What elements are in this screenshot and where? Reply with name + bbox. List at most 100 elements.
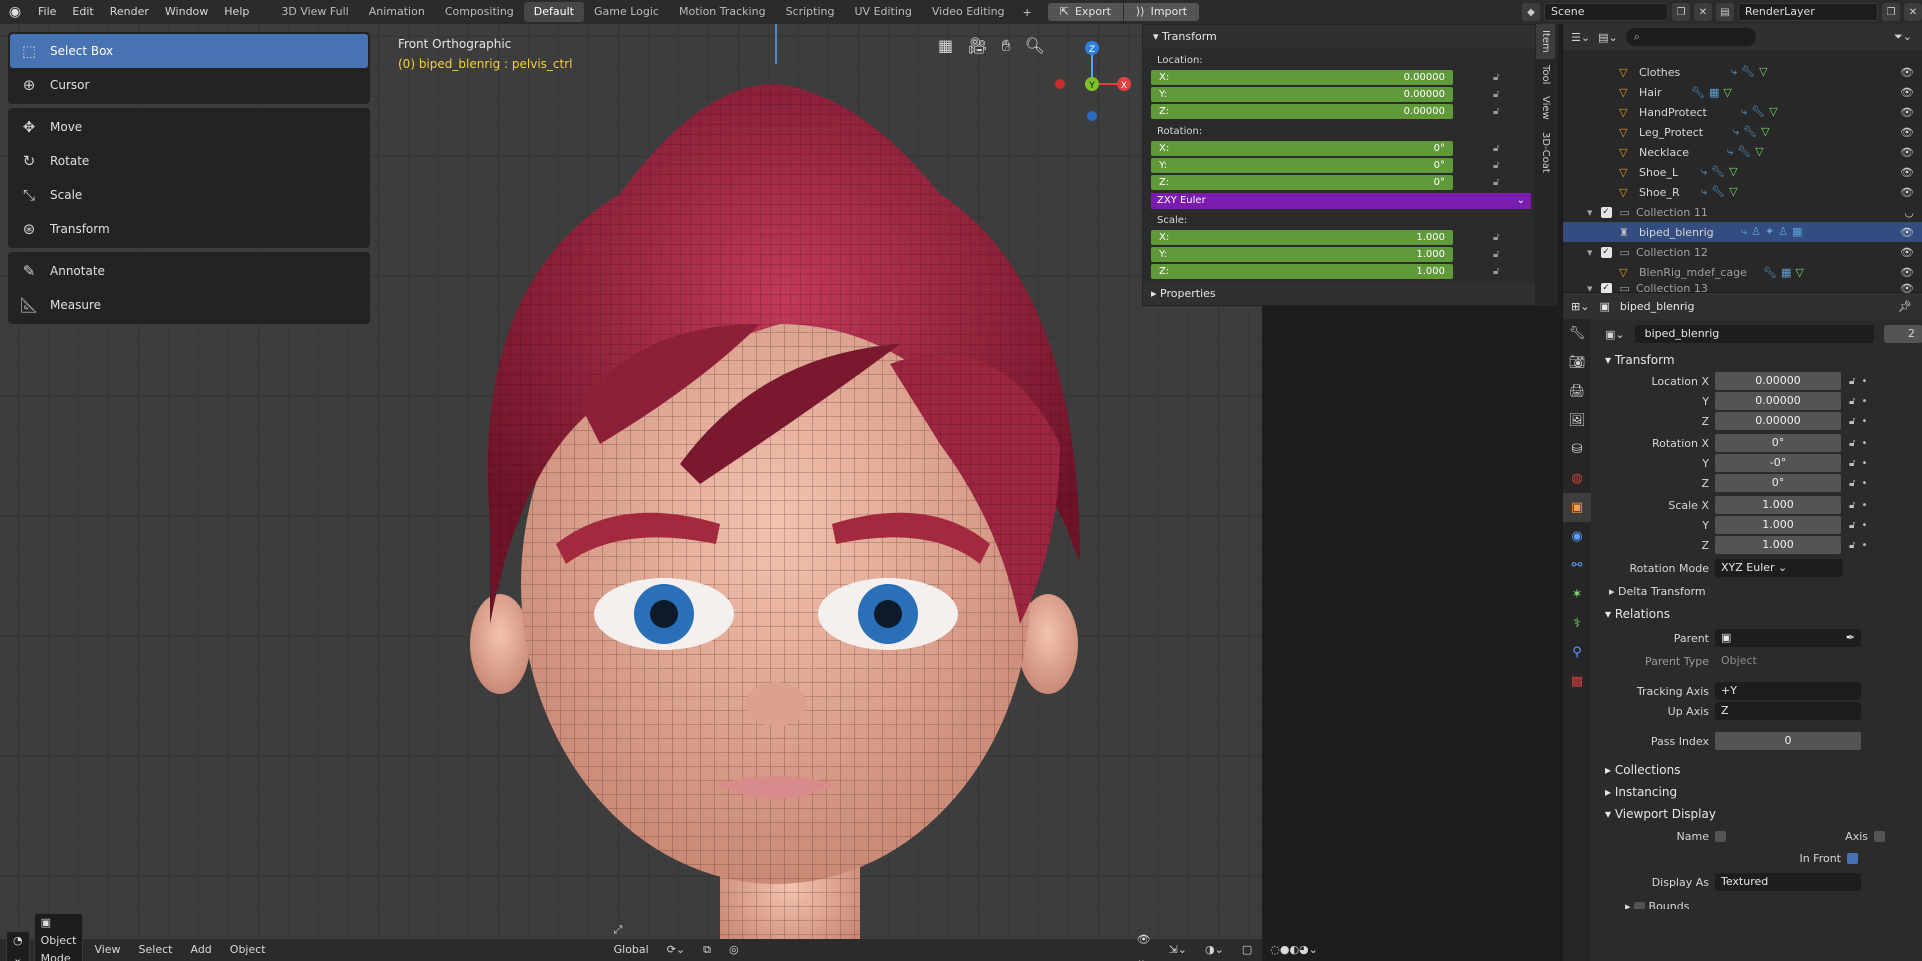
tool-rotate[interactable]: ↻ Rotate <box>10 144 368 178</box>
outliner-item-shoe-l[interactable]: ▽ Shoe_L ⤷🔧︎▽ 👁︎ <box>1563 162 1922 182</box>
rotation-mode-dropdown[interactable]: ZXY Euler ⌄ <box>1151 193 1531 209</box>
object-data-icon[interactable]: ▣⌄ <box>1605 328 1625 341</box>
tool-cursor[interactable]: ⊕ Cursor <box>10 68 368 102</box>
outliner-search-input[interactable]: ⌕ <box>1625 28 1756 46</box>
scale-x-field[interactable]: X: 1.000 <box>1151 230 1453 245</box>
lock-icon[interactable]: 🔓︎ <box>1493 72 1499 83</box>
location-y-field[interactable]: Y: 0.00000 <box>1151 87 1453 102</box>
outliner-item-necklace[interactable]: ▽ Necklace ⤷🔧︎▽ 👁︎ <box>1563 142 1922 162</box>
physics-tab-icon[interactable]: ◉ <box>1563 522 1591 551</box>
pan-hand-icon[interactable]: ✋︎ <box>1001 36 1010 56</box>
checkbox-icon[interactable]: ✓ <box>1600 282 1612 294</box>
eye-icon[interactable]: 👁︎ <box>1900 126 1914 139</box>
transform-section-header[interactable]: ▾ Transform <box>1591 349 1922 371</box>
bone-tab-icon[interactable]: ⚕ <box>1563 609 1591 638</box>
parent-field[interactable]: ▣ ✒︎ <box>1715 629 1861 647</box>
eye-icon[interactable]: 👁︎ <box>1900 266 1914 279</box>
tab-scripting[interactable]: Scripting <box>776 2 845 22</box>
eye-icon[interactable]: 👁︎ <box>1900 166 1914 179</box>
expand-icon[interactable]: ▾ <box>1587 246 1593 259</box>
outliner-editor-icon[interactable]: ☰⌄ <box>1571 31 1590 44</box>
menu-select[interactable]: Select <box>132 940 180 960</box>
outliner-item-hair[interactable]: ▽ Hair 🔧︎▦▽ 👁︎ <box>1563 82 1922 102</box>
overlay-toggle-icon[interactable]: ◑⌄ <box>1198 940 1231 960</box>
properties-panel-header[interactable]: ▸ Properties <box>1143 283 1535 305</box>
tool-measure[interactable]: 📐︎ Measure <box>10 288 368 322</box>
tool-select-box[interactable]: ⬚ Select Box <box>10 34 368 68</box>
zoom-icon[interactable]: 🔍︎ <box>1025 36 1045 56</box>
scene-field[interactable]: Scene <box>1544 3 1668 21</box>
eye-icon[interactable]: 👁︎ <box>1900 246 1914 259</box>
tab-3d-view-full[interactable]: 3D View Full <box>271 2 358 22</box>
3d-viewport[interactable]: Front Orthographic (0) biped_blenrig : p… <box>0 24 1262 961</box>
xray-toggle-icon[interactable]: ▢ <box>1235 940 1259 960</box>
instancing-section-header[interactable]: ▸ Instancing <box>1591 781 1922 803</box>
tool-annotate[interactable]: ✎ Annotate <box>10 254 368 288</box>
blender-logo-icon[interactable]: ◉ <box>0 0 30 24</box>
viewport-display-section-header[interactable]: ▾ Viewport Display <box>1591 803 1922 825</box>
outliner-item-biped-blenrig[interactable]: ♜ biped_blenrig ⤷♙✦♙▦ 👁︎ <box>1563 222 1922 242</box>
menu-window[interactable]: Window <box>157 0 216 24</box>
lock-icon[interactable]: 🔓︎ <box>1493 177 1499 188</box>
rotation-z-field[interactable]: 0° <box>1715 474 1841 492</box>
proportional-edit-icon[interactable]: ◎ <box>722 940 746 960</box>
view-layer-icon[interactable]: ▤ <box>1716 3 1734 21</box>
lock-keyframe-icon[interactable]: 🔓︎• <box>1849 396 1873 407</box>
lock-icon[interactable]: 🔓︎ <box>1493 232 1499 243</box>
parent-type-dropdown[interactable]: Object <box>1715 652 1861 670</box>
tab-animation[interactable]: Animation <box>359 2 435 22</box>
menu-add[interactable]: Add <box>183 940 218 960</box>
lock-keyframe-icon[interactable]: 🔓︎• <box>1849 478 1873 489</box>
location-x-field[interactable]: X: 0.00000 <box>1151 70 1453 85</box>
tab-uv-editing[interactable]: UV Editing <box>845 2 922 22</box>
tab-tool[interactable]: Tool <box>1536 59 1555 90</box>
scene-icon[interactable]: ◆ <box>1522 3 1540 21</box>
bone-constraints-tab-icon[interactable]: ⚲ <box>1563 638 1591 667</box>
pass-index-field[interactable]: 0 <box>1715 732 1861 750</box>
menu-help[interactable]: Help <box>216 0 257 24</box>
lock-icon[interactable]: 🔓︎ <box>1493 249 1499 260</box>
outliner-item-blenrig-mdef-cage[interactable]: ▽ BlenRig_mdef_cage 🔧︎▦▽ 👁︎ <box>1563 262 1922 282</box>
collections-section-header[interactable]: ▸ Collections <box>1591 759 1922 781</box>
rotation-y-field[interactable]: -0° <box>1715 454 1841 472</box>
eye-icon[interactable]: ◡ <box>1904 206 1914 219</box>
eyedropper-icon[interactable]: ✒︎ <box>1846 629 1855 647</box>
eye-icon[interactable]: 👁︎ <box>1900 146 1914 159</box>
mode-dropdown[interactable]: ▣ Object Mode ⌄ <box>33 913 84 961</box>
checkbox-icon[interactable]: ✓ <box>1600 206 1612 218</box>
snap-icon[interactable]: ⧉ <box>696 940 718 960</box>
tab-default[interactable]: Default <box>523 2 584 22</box>
copy-view-layer-icon[interactable]: ❐ <box>1882 3 1900 21</box>
lock-keyframe-icon[interactable]: 🔓︎• <box>1849 458 1873 469</box>
checkbox-icon[interactable]: ✓ <box>1600 246 1612 258</box>
axis-checkbox[interactable] <box>1874 830 1885 842</box>
relations-section-header[interactable]: ▾ Relations <box>1591 603 1922 625</box>
eye-icon[interactable]: 👁︎ <box>1900 186 1914 199</box>
outliner-collection-11[interactable]: ▾ ✓ ▭ Collection 11 ◡ <box>1563 202 1922 222</box>
menu-render[interactable]: Render <box>102 0 157 24</box>
lock-keyframe-icon[interactable]: 🔓︎• <box>1849 540 1873 551</box>
rotation-mode-dropdown[interactable]: XYZ Euler ⌄ <box>1715 559 1843 577</box>
copy-scene-icon[interactable]: ❐ <box>1672 3 1690 21</box>
lock-keyframe-icon[interactable]: 🔓︎• <box>1849 416 1873 427</box>
eye-icon[interactable]: 👁︎ <box>1900 106 1914 119</box>
delete-scene-icon[interactable]: ✕ <box>1694 3 1712 21</box>
gizmo-toggle-icon[interactable]: ⇲⌄ <box>1162 940 1194 960</box>
in-front-checkbox[interactable] <box>1847 852 1858 864</box>
tool-move[interactable]: ✥ Move <box>10 110 368 144</box>
tab-game-logic[interactable]: Game Logic <box>584 2 669 22</box>
tab-view[interactable]: View <box>1536 90 1555 126</box>
tab-item[interactable]: Item <box>1536 24 1555 59</box>
tab-motion-tracking[interactable]: Motion Tracking <box>669 2 776 22</box>
eye-icon[interactable]: 👁︎ <box>1900 226 1914 239</box>
import-button[interactable]: ⟩⟩ Import <box>1123 3 1200 21</box>
tool-scale[interactable]: ⤡ Scale <box>10 178 368 212</box>
camera-icon[interactable]: 🎥︎ <box>967 36 987 56</box>
bounds-row[interactable]: ▸ Bounds <box>1591 895 1922 909</box>
texture-tab-icon[interactable]: ▩ <box>1563 667 1591 696</box>
tab-video-editing[interactable]: Video Editing <box>922 2 1015 22</box>
pivot-icon[interactable]: ⟳⌄ <box>660 940 692 960</box>
scale-z-field[interactable]: Z: 1.000 <box>1151 264 1453 279</box>
bounds-checkbox[interactable] <box>1634 901 1646 909</box>
scale-x-field[interactable]: 1.000 <box>1715 496 1841 514</box>
